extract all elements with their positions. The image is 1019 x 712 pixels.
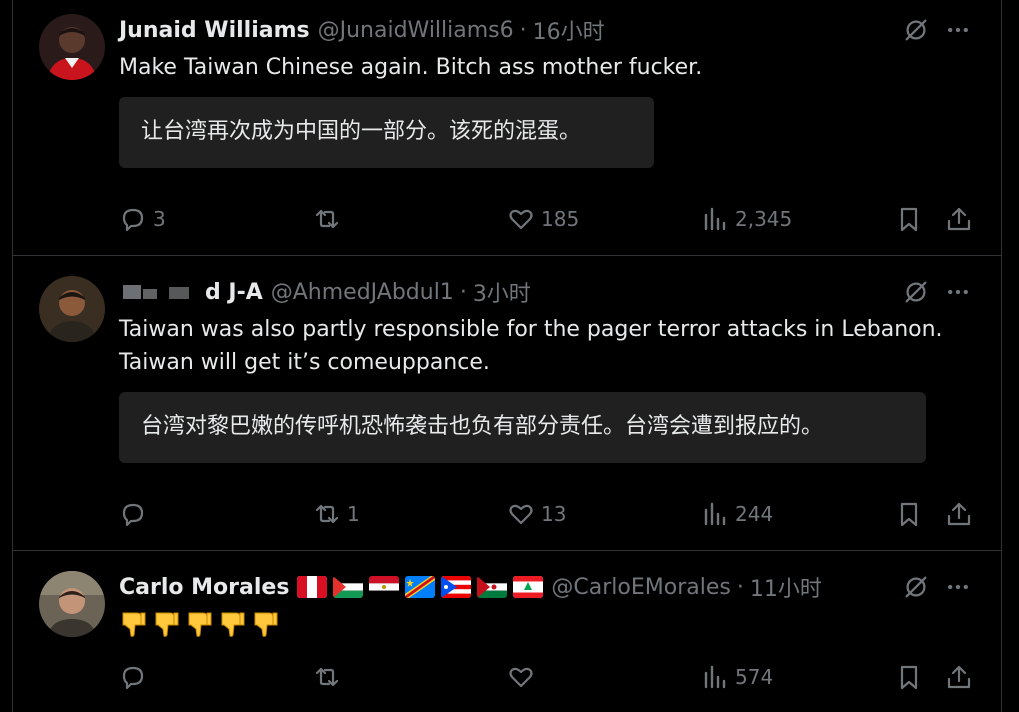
tweet-actions: 1 13 244 bbox=[13, 497, 1001, 531]
western-sahara-flag-icon bbox=[477, 576, 508, 598]
like-count: 13 bbox=[541, 502, 567, 526]
reply-count: 3 bbox=[153, 207, 166, 231]
bookmark-button[interactable] bbox=[895, 202, 923, 236]
tweet-text-line: Taiwan will get it’s comeuppance. bbox=[119, 350, 490, 375]
dr-congo-flag-icon bbox=[405, 576, 436, 598]
share-button[interactable] bbox=[945, 497, 973, 531]
avatar[interactable] bbox=[39, 276, 105, 342]
bookmark-icon bbox=[895, 663, 923, 691]
grok-icon[interactable] bbox=[901, 572, 931, 602]
retweet-button[interactable] bbox=[313, 660, 347, 694]
separator: · bbox=[736, 574, 744, 600]
reply-button[interactable]: 3 bbox=[119, 202, 166, 236]
reply-button[interactable] bbox=[119, 497, 153, 531]
reply-feed: Junaid Williams @JunaidWilliams6 · 16小时 … bbox=[12, 0, 1002, 712]
tweet[interactable]: d J-A @AhmedJAbdul1 · 3小时 Taiwan was als… bbox=[13, 256, 1001, 551]
thumbs-down-icon bbox=[155, 612, 179, 637]
heart-icon bbox=[507, 205, 535, 233]
puerto-rico-flag-icon bbox=[441, 576, 472, 598]
tweet-text: Taiwan was also partly responsible for t… bbox=[119, 313, 943, 379]
tweet-header: d J-A @AhmedJAbdul1 · 3小时 bbox=[119, 277, 531, 307]
timestamp[interactable]: 3小时 bbox=[473, 276, 531, 308]
views-icon bbox=[701, 205, 729, 233]
retweet-button[interactable]: 1 bbox=[313, 497, 360, 531]
tweet-text: Make Taiwan Chinese again. Bitch ass mot… bbox=[119, 51, 702, 84]
reply-button[interactable] bbox=[119, 660, 153, 694]
share-icon bbox=[945, 663, 973, 691]
timestamp[interactable]: 16小时 bbox=[533, 14, 605, 46]
share-icon bbox=[945, 500, 973, 528]
peru-flag-icon bbox=[297, 576, 328, 598]
separator: · bbox=[519, 17, 527, 43]
egypt-flag-icon bbox=[369, 576, 400, 598]
tweet-actions: 3 185 2,345 bbox=[13, 202, 1001, 236]
thumbs-down-icon bbox=[122, 612, 146, 637]
reply-icon bbox=[119, 205, 147, 233]
timestamp[interactable]: 11小时 bbox=[750, 571, 822, 603]
bookmark-button[interactable] bbox=[895, 660, 923, 694]
heart-icon bbox=[507, 500, 535, 528]
retweet-icon bbox=[313, 663, 341, 691]
avatar[interactable] bbox=[39, 14, 105, 80]
bookmark-icon bbox=[895, 205, 923, 233]
user-handle[interactable]: @JunaidWilliams6 bbox=[318, 18, 514, 43]
bookmark-button[interactable] bbox=[895, 497, 923, 531]
thumbs-down-icon bbox=[221, 612, 245, 637]
grok-icon[interactable] bbox=[901, 277, 931, 307]
more-options-icon[interactable] bbox=[943, 277, 973, 307]
tweet[interactable]: Carlo Morales @CarloEMorales · 11小时 👎👎👎👎… bbox=[13, 551, 1001, 712]
view-count: 574 bbox=[735, 665, 774, 689]
grok-icon[interactable] bbox=[901, 15, 931, 45]
views-icon bbox=[701, 663, 729, 691]
share-button[interactable] bbox=[945, 660, 973, 694]
thumbs-down-icon bbox=[188, 612, 212, 637]
avatar[interactable] bbox=[39, 571, 105, 637]
view-count: 2,345 bbox=[735, 207, 793, 231]
reply-icon bbox=[119, 500, 147, 528]
lebanon-flag-icon bbox=[513, 576, 544, 598]
tweet-actions: 574 bbox=[13, 660, 1001, 694]
views-button[interactable]: 244 bbox=[701, 497, 773, 531]
view-count: 244 bbox=[735, 502, 774, 526]
more-options-icon[interactable] bbox=[943, 572, 973, 602]
translation-box: 让台湾再次成为中国的一部分。该死的混蛋。 bbox=[119, 97, 654, 168]
more-options-icon[interactable] bbox=[943, 15, 973, 45]
heart-icon bbox=[507, 663, 535, 691]
redacted-name-block bbox=[119, 279, 205, 305]
thumbs-down-icon bbox=[254, 612, 278, 637]
reply-icon bbox=[119, 663, 147, 691]
display-name[interactable]: Junaid Williams bbox=[119, 18, 310, 43]
share-icon bbox=[945, 205, 973, 233]
tweet-text-line: Make Taiwan Chinese again. Bitch ass mot… bbox=[119, 55, 703, 80]
views-button[interactable]: 2,345 bbox=[701, 202, 792, 236]
user-handle[interactable]: @CarloEMorales bbox=[551, 575, 730, 600]
retweet-icon bbox=[313, 500, 341, 528]
views-button[interactable]: 574 bbox=[701, 660, 773, 694]
like-button[interactable]: 13 bbox=[507, 497, 566, 531]
separator: · bbox=[459, 279, 467, 305]
display-name[interactable]: d J-A bbox=[205, 280, 263, 305]
tweet[interactable]: Junaid Williams @JunaidWilliams6 · 16小时 … bbox=[13, 0, 1001, 256]
share-button[interactable] bbox=[945, 202, 973, 236]
like-count: 185 bbox=[541, 207, 580, 231]
retweet-count: 1 bbox=[347, 502, 360, 526]
tweet-text-line: Taiwan was also partly responsible for t… bbox=[119, 317, 943, 342]
tweet-header: Carlo Morales @CarloEMorales · 11小时 bbox=[119, 571, 822, 603]
display-name[interactable]: Carlo Morales bbox=[119, 575, 289, 600]
retweet-button[interactable] bbox=[313, 202, 347, 236]
retweet-icon bbox=[313, 205, 341, 233]
flag-emojis bbox=[297, 576, 544, 598]
translation-box: 台湾对黎巴嫩的传呼机恐怖袭击也负有部分责任。台湾会遭到报应的。 bbox=[119, 392, 926, 463]
bookmark-icon bbox=[895, 500, 923, 528]
tweet-header: Junaid Williams @JunaidWilliams6 · 16小时 bbox=[119, 14, 605, 46]
user-handle[interactable]: @AhmedJAbdul1 bbox=[271, 280, 454, 305]
thumbs-down-emojis bbox=[119, 609, 279, 639]
palestine-flag-icon bbox=[333, 576, 364, 598]
views-icon bbox=[701, 500, 729, 528]
like-button[interactable]: 185 bbox=[507, 202, 579, 236]
like-button[interactable] bbox=[507, 660, 541, 694]
